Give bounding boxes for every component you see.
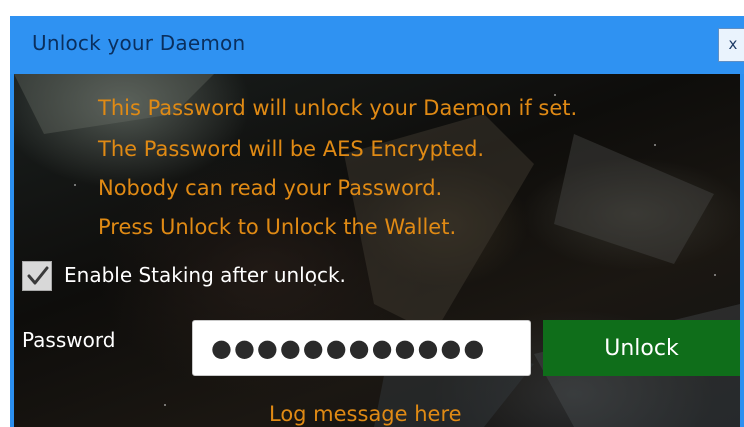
window-content: This Password will unlock your Daemon if… (14, 74, 740, 427)
unlock-button[interactable]: Unlock (543, 320, 740, 376)
unlock-daemon-window: Unlock your Daemon x This Password will … (10, 16, 744, 427)
star (164, 404, 166, 406)
star (654, 144, 656, 146)
info-line-1: This Password will unlock your Daemon if… (98, 96, 578, 120)
info-line-2: The Password will be AES Encrypted. (98, 137, 485, 161)
window-title: Unlock your Daemon (32, 31, 246, 55)
star (714, 274, 716, 276)
password-label: Password (22, 328, 116, 352)
close-button[interactable]: x (718, 28, 744, 62)
star (74, 184, 76, 186)
info-line-4: Press Unlock to Unlock the Wallet. (98, 215, 457, 239)
log-message: Log message here (269, 402, 462, 426)
info-line-3: Nobody can read your Password. (98, 176, 443, 200)
enable-staking-checkbox[interactable] (22, 261, 52, 291)
title-bar: Unlock your Daemon x (10, 16, 744, 74)
enable-staking-label: Enable Staking after unlock. (64, 263, 346, 287)
password-input[interactable] (192, 320, 531, 376)
check-icon (27, 266, 49, 285)
